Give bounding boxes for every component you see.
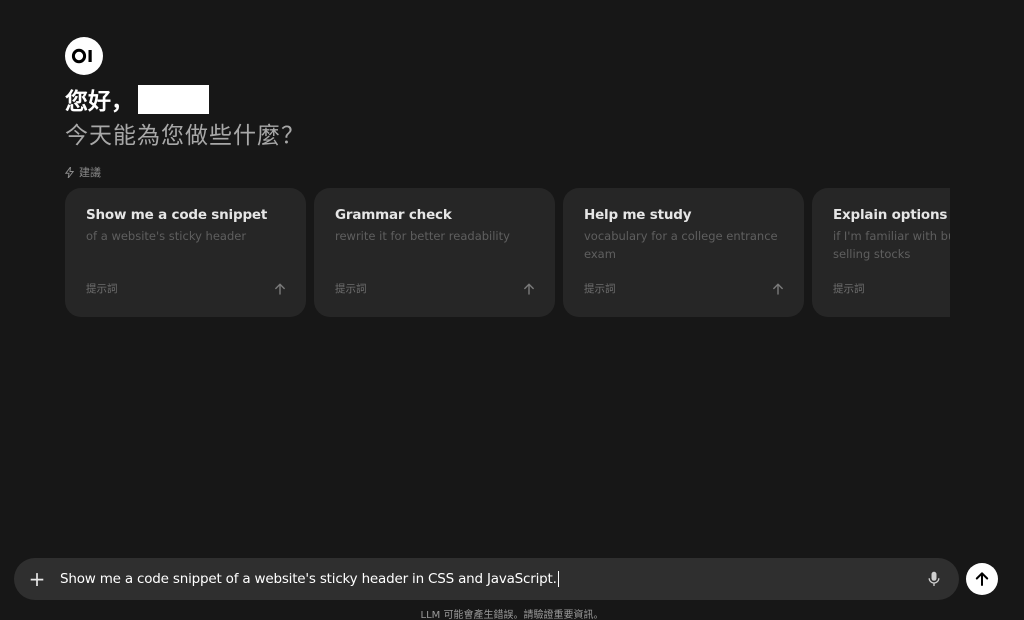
suggestion-footer: 提示詞: [335, 281, 535, 296]
suggestion-subtitle: of a website's sticky header: [86, 229, 247, 243]
suggestions-label-text: 建議: [79, 166, 101, 179]
message-input-value: Show me a code snippet of a website's st…: [60, 571, 557, 587]
logo-mark-icon: [71, 48, 92, 64]
suggestion-title: Grammar check: [335, 207, 452, 223]
chat-home: 您好， 今天能為您做些什麼？ 建議 Show me a code snippet…: [0, 0, 1024, 620]
suggestion-subtitle: if I'm familiar with buying and selling …: [833, 229, 950, 261]
suggestion-card[interactable]: Show me a code snippet of a website's st…: [65, 188, 306, 317]
arrow-up-icon: [523, 283, 535, 295]
suggestion-tag: 提示詞: [584, 283, 616, 295]
logo: [65, 37, 103, 75]
greeting: 您好，: [65, 84, 209, 115]
suggestion-tag: 提示詞: [335, 283, 367, 295]
suggestion-carousel: Show me a code snippet of a website's st…: [65, 188, 950, 318]
suggestion-card[interactable]: Explain options trading if I'm familiar …: [812, 188, 950, 317]
plus-icon[interactable]: +: [14, 558, 60, 600]
page-subtitle: 今天能為您做些什麼？: [65, 123, 305, 149]
send-arrow-icon: [975, 572, 989, 586]
suggestion-tag: 提示詞: [833, 283, 865, 295]
mic-icon[interactable]: [909, 558, 959, 600]
message-input[interactable]: Show me a code snippet of a website's st…: [60, 571, 909, 587]
suggestion-footer: 提示詞: [86, 281, 286, 296]
arrow-up-icon: [274, 283, 286, 295]
suggestion-title: Help me study: [584, 207, 692, 223]
suggestion-footer: 提示詞: [833, 281, 950, 296]
suggestion-card[interactable]: Grammar check rewrite it for better read…: [314, 188, 555, 317]
send-button[interactable]: [966, 563, 998, 595]
greeting-text: 您好，: [65, 89, 134, 115]
suggestion-list: Show me a code snippet of a website's st…: [65, 188, 950, 317]
zap-icon: [65, 166, 74, 178]
disclaimer-text: LLM 可能會產生錯誤。請驗證重要資訊。: [420, 610, 604, 620]
suggestions-label: 建議: [65, 164, 101, 180]
suggestion-tag: 提示詞: [86, 283, 118, 295]
suggestion-card[interactable]: Help me study vocabulary for a college e…: [563, 188, 804, 317]
arrow-up-icon: [772, 283, 784, 295]
suggestion-title: Show me a code snippet: [86, 207, 268, 223]
suggestion-subtitle: vocabulary for a college entrance exam: [584, 229, 778, 261]
message-composer: + Show me a code snippet of a website's …: [14, 558, 959, 600]
suggestion-footer: 提示詞: [584, 281, 784, 296]
suggestion-title: Explain options trading: [833, 207, 950, 223]
redacted-username: [138, 84, 209, 114]
suggestion-subtitle: rewrite it for better readability: [335, 229, 510, 243]
text-caret: [557, 571, 559, 587]
